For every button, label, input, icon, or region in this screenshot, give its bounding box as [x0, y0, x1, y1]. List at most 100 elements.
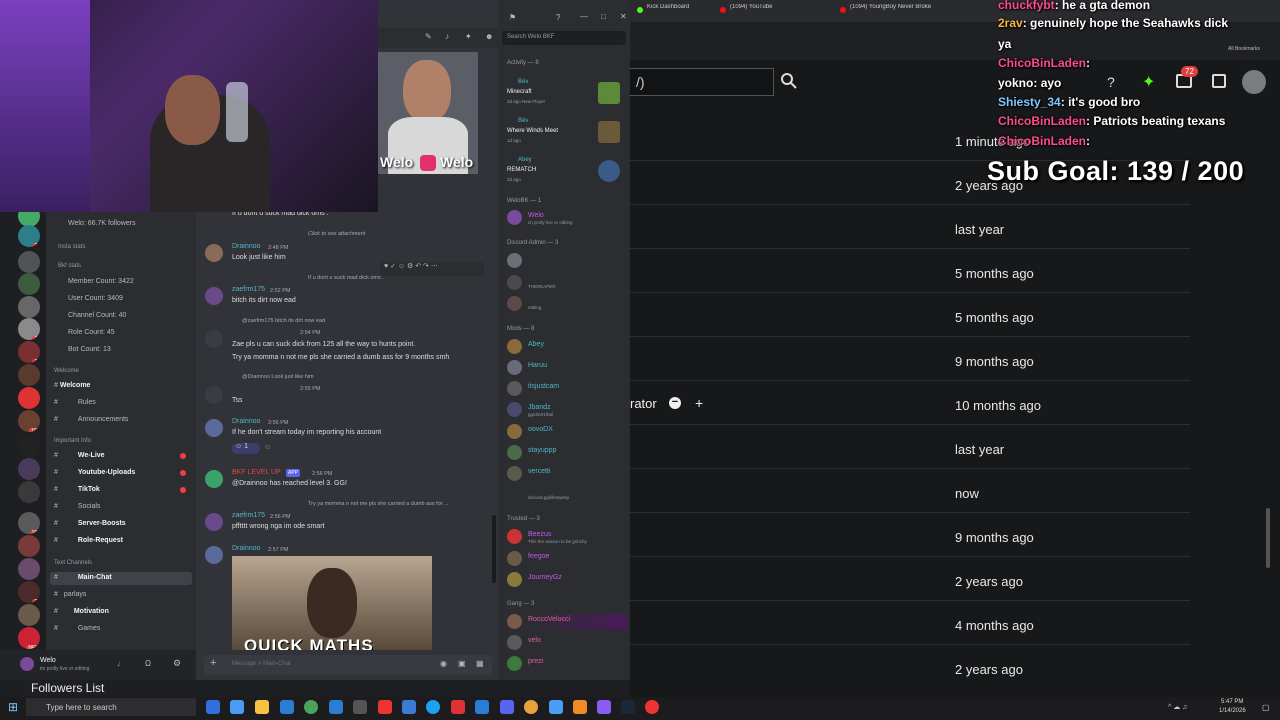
server-icon[interactable]: 1 — [18, 273, 40, 295]
taskbar-app-icon[interactable] — [621, 700, 635, 714]
avatar[interactable] — [205, 419, 223, 437]
server-icon[interactable] — [18, 296, 40, 318]
avatar[interactable] — [1242, 70, 1266, 94]
channel-motivation[interactable]: # Motivation — [54, 608, 109, 615]
stat-channel[interactable]: Welo: 66.7K followers — [68, 220, 136, 227]
channel-youtube-uploads[interactable]: # Youtube-Uploads — [54, 469, 135, 476]
reply-preview[interactable]: @zaefrm175 bitch its dirt now ead — [242, 318, 325, 324]
gear-icon[interactable]: ⚙ — [173, 658, 181, 669]
member-item[interactable]: itsjustcam — [507, 381, 627, 397]
reply-preview[interactable]: Try ya momma n not me pls she carried a … — [308, 501, 449, 507]
taskbar-time[interactable]: 5:47 PM — [1221, 699, 1243, 705]
reaction[interactable]: ☺ 1 — [232, 443, 260, 454]
threads-icon[interactable]: ✎ — [425, 32, 432, 41]
taskbar-app-icon[interactable] — [353, 700, 367, 714]
gift-icon[interactable]: ◉ — [440, 659, 447, 668]
headphones-icon[interactable]: Ω — [145, 659, 151, 668]
sparkle-icon[interactable]: ✦ — [1142, 72, 1155, 92]
add-icon[interactable]: + — [695, 395, 703, 411]
search-icon[interactable] — [780, 72, 798, 90]
chat-scrollbar[interactable] — [492, 515, 496, 583]
reply-preview[interactable]: @Drainnoo Look just like him — [242, 374, 314, 380]
tab-youtube[interactable]: (1094) YouTube — [720, 4, 820, 18]
discord-taskbar-icon[interactable] — [500, 700, 514, 714]
category-bkf-stats[interactable]: Bkf stats — [58, 263, 81, 269]
avatar[interactable] — [205, 287, 223, 305]
member-item[interactable]: editing — [507, 296, 627, 312]
channel-server-boosts[interactable]: # Server-Boosts — [54, 520, 126, 527]
activity-card[interactable]: Abey REMATCH 2d ago — [504, 154, 624, 190]
maximize-icon[interactable]: □ — [601, 12, 606, 21]
taskbar-app-icon[interactable] — [451, 700, 465, 714]
remove-icon[interactable]: − — [669, 397, 681, 409]
server-icon[interactable]: 1 — [18, 481, 40, 503]
scrollbar[interactable] — [1266, 508, 1270, 568]
server-icon[interactable]: 2 — [18, 604, 40, 626]
taskbar-search-input[interactable]: Type here to search — [26, 698, 196, 716]
channel-socials[interactable]: # Socials — [54, 503, 100, 510]
mic-icon[interactable]: ♩ — [117, 659, 125, 668]
member-item[interactable]: JourneyGz — [507, 572, 627, 588]
followers-list-label[interactable]: Followers List — [31, 681, 104, 695]
taskbar-app-icon[interactable] — [230, 700, 244, 714]
reply-preview[interactable]: Click to see attachment — [308, 231, 365, 237]
server-icon[interactable]: 187 — [18, 512, 40, 534]
channel-parlays[interactable]: # parlays — [54, 591, 86, 598]
member-item[interactable]: vercetti — [507, 466, 627, 482]
member-item[interactable]: stayuppp — [507, 445, 627, 461]
stat-channel[interactable]: Channel Count: 40 — [68, 312, 126, 319]
taskbar-app-icon[interactable] — [597, 700, 611, 714]
taskbar-app-icon[interactable] — [255, 700, 269, 714]
member-item[interactable] — [507, 253, 627, 269]
username[interactable]: BKF LEVEL UP — [232, 469, 281, 476]
avatar[interactable] — [205, 330, 223, 348]
taskbar-app-icon[interactable] — [206, 700, 220, 714]
avatar[interactable] — [205, 470, 223, 488]
avatar[interactable] — [205, 513, 223, 531]
server-icon[interactable] — [18, 387, 40, 409]
server-icon[interactable]: 21 — [18, 341, 40, 363]
help-icon[interactable]: ? — [556, 13, 560, 22]
help-icon[interactable]: ? — [1107, 74, 1115, 90]
members-icon[interactable]: ☻ — [485, 32, 493, 41]
username[interactable]: zaefrm175 — [232, 286, 265, 293]
channel-tiktok[interactable]: # TikTok — [54, 486, 100, 493]
notification-icon[interactable]: ▢ — [1262, 703, 1270, 712]
category-important-info[interactable]: Important Info — [54, 438, 91, 444]
channel-role-request[interactable]: # Role-Request — [54, 537, 123, 544]
server-icon[interactable]: 19K — [18, 410, 40, 432]
taskbar-app-icon[interactable] — [475, 700, 489, 714]
avatar[interactable] — [205, 546, 223, 564]
member-item[interactable]: oovoDX — [507, 424, 627, 440]
taskbar-app-icon[interactable] — [426, 700, 440, 714]
member-item[interactable]: discord.gg/lifestylerp — [507, 490, 627, 506]
taskbar-date[interactable]: 1/14/2026 — [1219, 708, 1246, 714]
member-item[interactable]: velo — [507, 635, 627, 651]
member-item[interactable]: Abey — [507, 339, 627, 355]
server-icon[interactable] — [18, 436, 40, 458]
pin-icon[interactable]: ✦ — [465, 32, 472, 41]
taskbar-app-icon[interactable] — [645, 700, 659, 714]
tab-kick-dashboard[interactable]: Kick Dashboard — [637, 4, 717, 18]
member-item[interactable]: Beezus This the season to be grinchy — [507, 529, 627, 545]
taskbar-app-icon[interactable] — [402, 700, 416, 714]
message-actions[interactable]: ♥ ✓ ☺ ⚙ ↶ ↷ ⋯ — [380, 262, 484, 276]
taskbar-app-icon[interactable] — [524, 700, 538, 714]
reply-preview[interactable]: If u dont u suck mad dick oms . — [308, 275, 384, 281]
server-icon[interactable]: 1 — [18, 558, 40, 580]
channel-rules[interactable]: # Rules — [54, 399, 96, 406]
channel-we-live[interactable]: # We-Live — [54, 452, 105, 459]
activity-card[interactable]: Bév Where Winds Meet 1d ago — [504, 115, 624, 151]
member-item[interactable]: prezi — [507, 656, 627, 672]
username[interactable]: Drainnoo — [232, 545, 260, 552]
server-icon[interactable] — [18, 535, 40, 557]
search-input[interactable]: /) — [630, 68, 774, 96]
member-item[interactable]: Jbandz gg/dmtr1f0al — [507, 402, 627, 418]
taskbar-app-icon[interactable] — [573, 700, 587, 714]
stat-channel[interactable]: Role Count: 45 — [68, 329, 115, 336]
channel-announcements[interactable]: # Announcements — [54, 416, 128, 423]
server-icon[interactable]: NEW — [18, 627, 40, 649]
message-input[interactable]: + Message # Main-Chat ◉ ▣ ▦ — [204, 655, 492, 675]
tab-youngboy[interactable]: (1094) YoungBoy Never Broke — [840, 4, 940, 18]
add-reaction-icon[interactable]: ☺ — [264, 444, 271, 451]
